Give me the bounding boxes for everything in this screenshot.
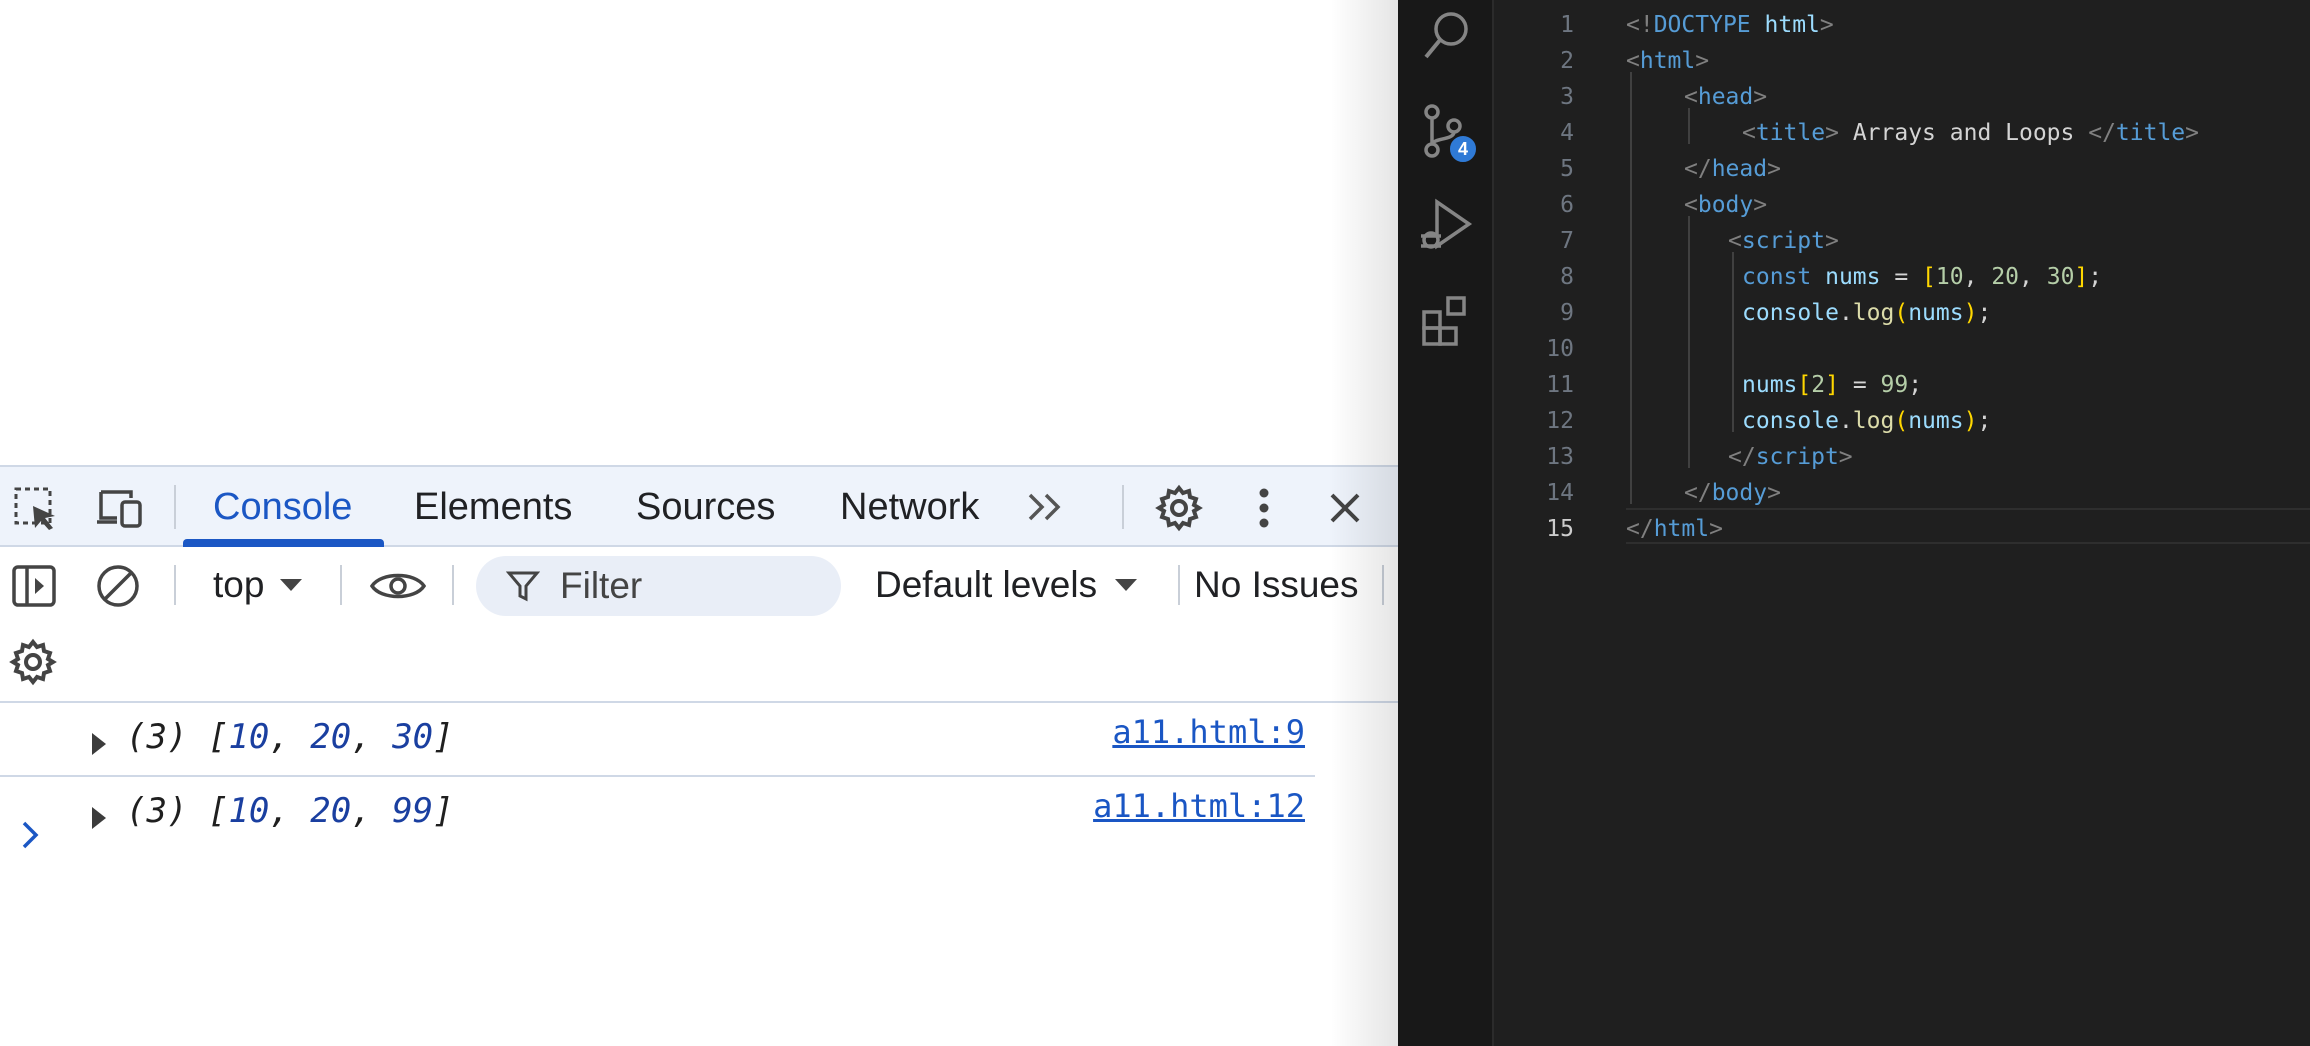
log-message: (3) [10, 20, 30] [126, 717, 454, 757]
code-line: 14 </body> [1546, 480, 1781, 506]
browser-window: Console Elements Sources Network top Fil… [0, 0, 1398, 1046]
filter-icon [506, 571, 540, 602]
run-and-debug-icon[interactable] [1416, 196, 1476, 256]
code-line: 1 <!DOCTYPE html> [1560, 12, 1834, 38]
dropdown-arrow-icon [280, 579, 303, 591]
activity-bar: 4 [1398, 0, 1494, 1046]
code-line: 5 </head> [1560, 156, 1781, 182]
filter-placeholder: Filter [560, 565, 643, 606]
divider [174, 565, 176, 605]
clear-console-icon[interactable] [94, 563, 142, 609]
code-editor[interactable]: 1 <!DOCTYPE html> 2 <html> 3 <head> 4 <t… [1494, 0, 2310, 1046]
live-expression-eye-icon[interactable] [368, 561, 428, 611]
devtools-panel: Console Elements Sources Network top Fil… [0, 465, 1398, 1046]
vscode-window: 4 1 <!DOCTYPE html> 2 <html> 3 <head> 4 … [1398, 0, 2310, 1046]
code-line: 4 <title> Arrays and Loops </title> [1560, 120, 2200, 146]
code-line: 13 </script> [1546, 444, 1853, 470]
console-log-entry[interactable]: (3) [10, 20, 99] a11.html:12 [0, 779, 1315, 851]
more-tabs-icon[interactable] [1024, 487, 1068, 527]
console-prompt-icon[interactable] [20, 815, 42, 861]
context-select[interactable]: top [213, 547, 304, 623]
code-line: 2 <html> [1560, 48, 1710, 74]
device-toolbar-icon[interactable] [94, 485, 146, 533]
dropdown-arrow-icon [1115, 579, 1138, 591]
divider [174, 485, 176, 529]
expand-triangle-icon[interactable] [92, 807, 106, 829]
code-line: 8 const nums = [10, 20, 30]; [1560, 264, 2103, 290]
code-line: 7 <script> [1560, 228, 1839, 254]
active-tab-indicator [183, 539, 384, 547]
tab-sources[interactable]: Sources [636, 467, 775, 547]
search-icon[interactable] [1416, 6, 1476, 66]
extensions-icon[interactable] [1416, 292, 1476, 352]
page-viewport [0, 0, 1398, 465]
tab-network[interactable]: Network [840, 467, 979, 547]
inspect-element-icon[interactable] [12, 485, 60, 533]
sidebar-toggle-icon[interactable] [10, 563, 58, 609]
code-line: 3 <head> [1560, 84, 1768, 110]
source-control-badge: 4 [1448, 134, 1478, 164]
log-source-link[interactable]: a11.html:9 [1112, 713, 1305, 751]
console-settings-row [0, 623, 1398, 703]
console-toolbar: top Filter Default levels No Issues [0, 547, 1398, 623]
tab-elements[interactable]: Elements [414, 467, 572, 547]
expand-triangle-icon[interactable] [92, 733, 106, 755]
console-settings-gear-icon[interactable] [8, 637, 58, 687]
filter-input[interactable]: Filter [476, 556, 841, 616]
divider [1178, 565, 1180, 605]
code-line-active: 15 </html> [1546, 516, 1723, 542]
log-source-link[interactable]: a11.html:12 [1093, 787, 1305, 825]
console-log-entry[interactable]: (3) [10, 20, 30] a11.html:9 [0, 705, 1315, 777]
context-select-value: top [213, 564, 265, 605]
pane-edge-shadow [1330, 0, 1398, 1046]
more-options-icon[interactable] [1244, 483, 1284, 533]
log-levels-select[interactable]: Default levels [875, 547, 1139, 623]
log-message: (3) [10, 20, 99] [126, 791, 454, 831]
log-levels-value: Default levels [875, 564, 1098, 605]
code-line: 11 nums[2] = 99; [1546, 372, 1923, 398]
divider [452, 565, 454, 605]
code-line: 12 console.log(nums); [1546, 408, 1992, 434]
code-line: 10 [1546, 336, 1574, 362]
tab-console[interactable]: Console [213, 467, 352, 547]
divider [1122, 485, 1124, 529]
code-line: 6 <body> [1560, 192, 1768, 218]
settings-gear-icon[interactable] [1154, 483, 1204, 533]
devtools-tabbar: Console Elements Sources Network [0, 465, 1398, 547]
divider [340, 565, 342, 605]
console-output: (3) [10, 20, 30] a11.html:9 (3) [10, 20,… [0, 705, 1398, 1046]
code-line: 9 console.log(nums); [1560, 300, 1992, 326]
